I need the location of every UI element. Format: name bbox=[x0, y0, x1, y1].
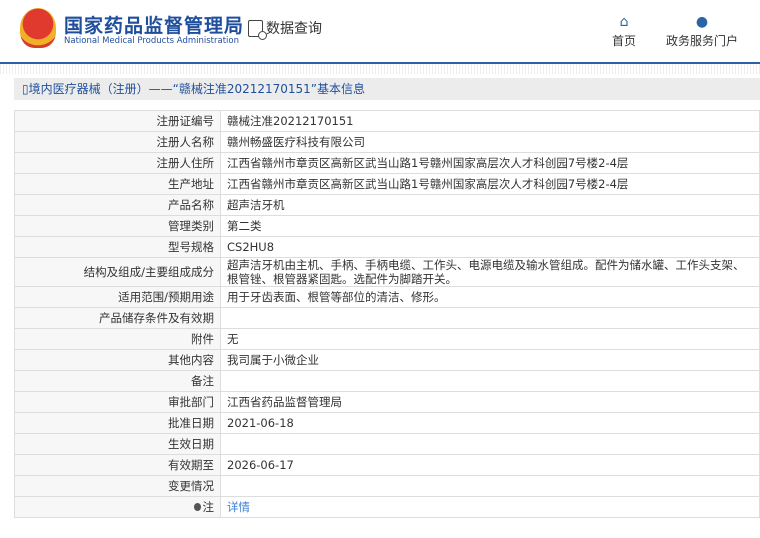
table-row: 管理类别 第二类 bbox=[14, 215, 760, 237]
info-table: 注册证编号 赣械注准20212170151 注册人名称 赣州畅盛医疗科技有限公司 注册人… bbox=[14, 110, 760, 518]
field-label: 附件 bbox=[14, 328, 221, 350]
site-header: 国家药品监督管理局 National Medical Products Admi… bbox=[0, 0, 760, 64]
field-label: 生效日期 bbox=[14, 433, 221, 455]
table-row: 适用范围/预期用途 用于牙齿表面、根管等部位的清洁、修形。 bbox=[14, 286, 760, 308]
table-row: 审批部门 江西省药品监督管理局 bbox=[14, 391, 760, 413]
table-row: 生产地址 江西省赣州市章贡区高新区武当山路1号赣州国家高层次人才科创园7号楼2-4… bbox=[14, 173, 760, 195]
field-value: 超声洁牙机 bbox=[220, 194, 760, 216]
field-label: 结构及组成/主要组成成分 bbox=[14, 257, 221, 287]
field-label: 注 bbox=[14, 496, 221, 518]
field-label: 生产地址 bbox=[14, 173, 221, 195]
field-value: 超声洁牙机由主机、手柄、手柄电缆、工作头、电源电缆及输水管组成。配件为储水罐、工… bbox=[220, 257, 760, 287]
note-label: 注 bbox=[202, 500, 215, 514]
field-value: 2026-06-17 bbox=[220, 454, 760, 476]
field-label: 审批部门 bbox=[14, 391, 221, 413]
national-emblem-logo bbox=[20, 8, 56, 48]
field-value: 赣械注准20212170151 bbox=[220, 110, 760, 132]
home-icon: ⌂ bbox=[619, 14, 629, 30]
nav-portal[interactable]: ● 政务服务门户 bbox=[666, 14, 738, 49]
field-value bbox=[220, 475, 760, 497]
field-label: 注册证编号 bbox=[14, 110, 221, 132]
field-value bbox=[220, 370, 760, 392]
table-row: 结构及组成/主要组成成分 超声洁牙机由主机、手柄、手柄电缆、工作头、电源电缆及输水… bbox=[14, 257, 760, 287]
field-label: 备注 bbox=[14, 370, 221, 392]
field-label: 注册人名称 bbox=[14, 131, 221, 153]
panel-title: ▯境内医疗器械（注册）——“赣械注准20212170151”基本信息 bbox=[14, 78, 760, 100]
field-value bbox=[220, 307, 760, 329]
field-label: 批准日期 bbox=[14, 412, 221, 434]
table-row: 附件无 bbox=[14, 328, 760, 350]
table-row: 生效日期 bbox=[14, 433, 760, 455]
panel-title-text: 境内医疗器械（注册）——“赣械注准20212170151”基本信息 bbox=[28, 82, 366, 96]
field-value: 2021-06-18 bbox=[220, 412, 760, 434]
field-value: 江西省药品监督管理局 bbox=[220, 391, 760, 413]
bulb-icon bbox=[193, 503, 201, 511]
nav-portal-label: 政务服务门户 bbox=[666, 34, 739, 48]
nav-home-label: 首页 bbox=[612, 34, 637, 48]
data-query-heading: 数据查询 bbox=[248, 18, 322, 40]
field-value: 无 bbox=[220, 328, 760, 350]
field-value: 江西省赣州市章贡区高新区武当山路1号赣州国家高层次人才科创园7号楼2-4层 bbox=[220, 173, 760, 195]
field-label: 型号规格 bbox=[14, 236, 221, 258]
data-query-label: 数据查询 bbox=[266, 21, 322, 37]
table-row: 注详情 bbox=[14, 496, 760, 518]
field-label: 其他内容 bbox=[14, 349, 221, 371]
table-row: 其他内容 我司属于小微企业 bbox=[14, 349, 760, 371]
table-row: 变更情况 bbox=[14, 475, 760, 497]
field-value: CS2HU8 bbox=[220, 236, 760, 258]
field-label: 适用范围/预期用途 bbox=[14, 286, 221, 308]
table-row: 批准日期 2021-06-18 bbox=[14, 412, 760, 434]
field-value: 我司属于小微企业 bbox=[220, 349, 760, 371]
field-label: 有效期至 bbox=[14, 454, 221, 476]
field-value: 用于牙齿表面、根管等部位的清洁、修形。 bbox=[220, 286, 760, 308]
field-label: 产品名称 bbox=[14, 194, 221, 216]
field-value bbox=[220, 433, 760, 455]
document-icon: ▯ bbox=[22, 82, 29, 96]
field-label: 变更情况 bbox=[14, 475, 221, 497]
field-value: 江西省赣州市章贡区高新区武当山路1号赣州国家高层次人才科创园7号楼2-4层 bbox=[220, 152, 760, 174]
field-value: 第二类 bbox=[220, 215, 760, 237]
table-row: 注册人名称 赣州畅盛医疗科技有限公司 bbox=[14, 131, 760, 153]
user-icon: ● bbox=[695, 14, 709, 30]
table-row: 注册证编号 赣械注准20212170151 bbox=[14, 110, 760, 132]
field-label: 注册人住所 bbox=[14, 152, 221, 174]
divider bbox=[0, 64, 760, 74]
logo-subtitle: National Medical Products Administration bbox=[64, 36, 239, 46]
table-row: 注册人住所 江西省赣州市章贡区高新区武当山路1号赣州国家高层次人才科创园7号楼2-… bbox=[14, 152, 760, 174]
details-link[interactable]: 详情 bbox=[227, 500, 250, 514]
field-label: 产品储存条件及有效期 bbox=[14, 307, 221, 329]
search-document-icon bbox=[248, 19, 267, 40]
nav-home[interactable]: ⌂ 首页 bbox=[612, 14, 636, 49]
field-value: 赣州畅盛医疗科技有限公司 bbox=[220, 131, 760, 153]
field-label: 管理类别 bbox=[14, 215, 221, 237]
table-row: 备注 bbox=[14, 370, 760, 392]
table-row: 产品名称 超声洁牙机 bbox=[14, 194, 760, 216]
table-row: 有效期至 2026-06-17 bbox=[14, 454, 760, 476]
table-row: 产品储存条件及有效期 bbox=[14, 307, 760, 329]
logo-title[interactable]: 国家药品监督管理局 bbox=[64, 11, 244, 38]
table-row: 型号规格 CS2HU8 bbox=[14, 236, 760, 258]
